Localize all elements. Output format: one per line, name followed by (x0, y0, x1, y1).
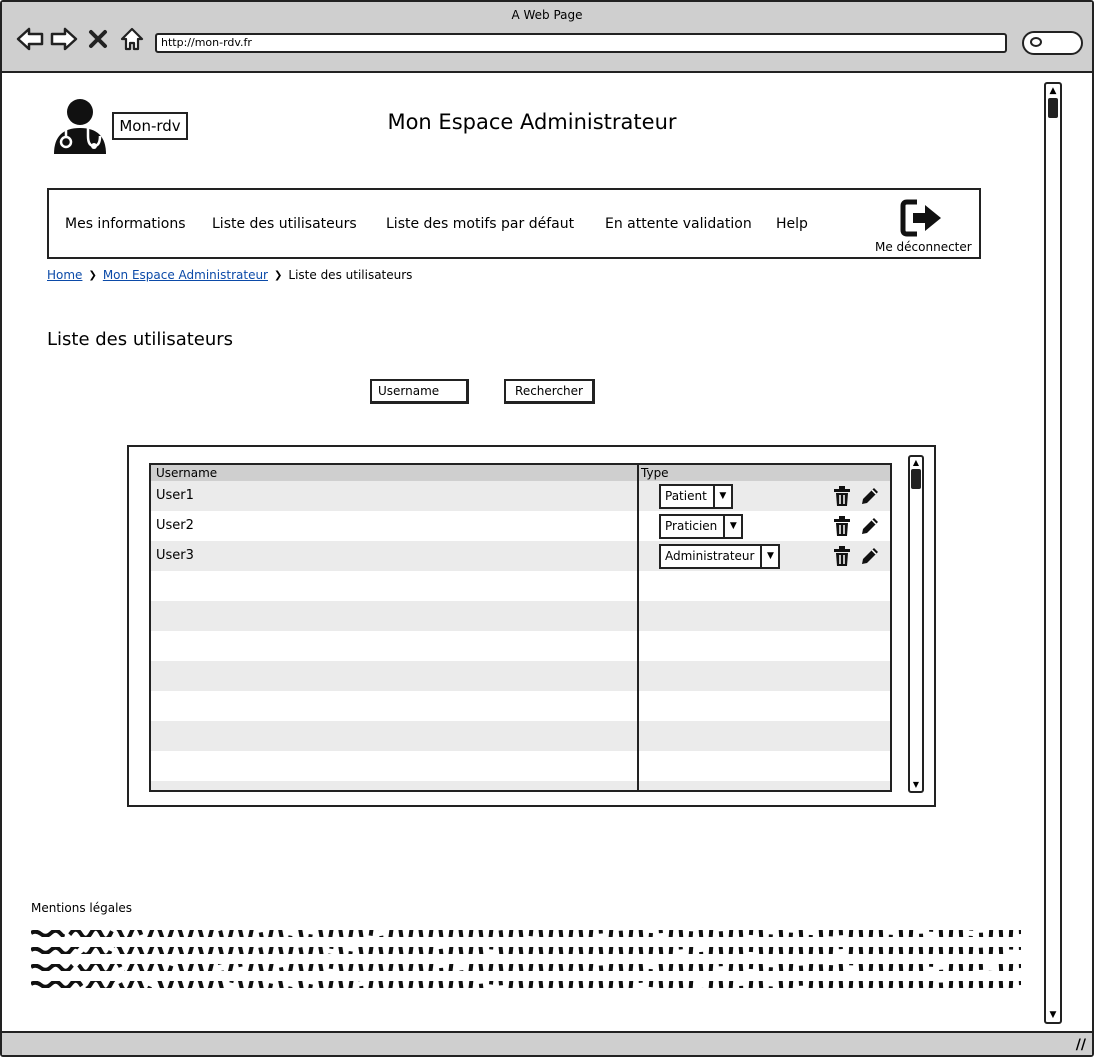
table-row (151, 781, 890, 790)
forward-arrow-icon[interactable] (50, 25, 78, 53)
nav-item-liste-motifs[interactable]: Liste des motifs par défaut (386, 216, 574, 232)
table-row (151, 631, 890, 661)
browser-titlebar: A Web Page http://mon-rdv.fr (2, 2, 1092, 73)
table-row (151, 691, 890, 721)
nav-item-attente-validation[interactable]: En attente validation (605, 216, 752, 232)
trash-icon[interactable] (831, 545, 853, 567)
chevron-down-icon: ▼ (760, 546, 778, 567)
chevron-right-icon: ❯ (274, 269, 283, 281)
scroll-down-icon[interactable]: ▼ (1047, 1009, 1059, 1021)
home-icon[interactable] (118, 25, 146, 53)
resize-grip-icon[interactable]: // (1076, 1037, 1086, 1053)
page-scrollbar[interactable]: ▲ ▼ (1044, 82, 1062, 1024)
url-bar[interactable]: http://mon-rdv.fr (155, 33, 1007, 53)
user-row: User2 Praticien ▼ (151, 511, 890, 541)
table-row (151, 661, 890, 691)
table-scrollbar[interactable]: ▲ ▼ (908, 455, 924, 793)
nav-item-help[interactable]: Help (776, 216, 808, 232)
user-row: User3 Administrateur ▼ (151, 541, 890, 571)
nav-item-liste-utilisateurs[interactable]: Liste des utilisateurs (212, 216, 357, 232)
placeholder-text-line (31, 981, 1021, 988)
user-row: User1 Patient ▼ (151, 481, 890, 511)
column-header-type[interactable]: Type (641, 466, 669, 480)
breadcrumb-parent[interactable]: Mon Espace Administrateur (103, 268, 268, 282)
type-dropdown-value: Patient (665, 489, 707, 503)
chevron-down-icon: ▼ (723, 516, 741, 537)
table-header: Username Type (151, 465, 890, 481)
breadcrumb-home[interactable]: Home (47, 268, 82, 282)
type-dropdown[interactable]: Administrateur ▼ (659, 544, 781, 569)
placeholder-text-line (31, 947, 1021, 954)
main-nav: Mes informations Liste des utilisateurs … (47, 188, 981, 259)
browser-statusbar: // (2, 1031, 1092, 1055)
section-title: Liste des utilisateurs (47, 329, 234, 350)
cell-username: User3 (156, 548, 194, 563)
logout-button[interactable]: Me déconnecter (875, 198, 972, 258)
column-header-username[interactable]: Username (156, 466, 217, 480)
cell-username: User1 (156, 488, 194, 503)
scroll-up-icon[interactable]: ▲ (1047, 85, 1059, 97)
trash-icon[interactable] (831, 485, 853, 507)
table-row (151, 571, 890, 601)
browser-nav-icons (16, 24, 146, 54)
type-dropdown-value: Administrateur (665, 549, 755, 563)
scroll-thumb[interactable] (911, 469, 921, 489)
browser-window: A Web Page http://mon-rdv.fr ▲ ▼ Mon-rdv… (0, 0, 1094, 1057)
close-x-icon[interactable] (84, 25, 112, 53)
doctor-logo-icon (52, 98, 108, 156)
cell-username: User2 (156, 518, 194, 533)
page-title: Mon Espace Administrateur (387, 110, 677, 134)
search-button[interactable]: Rechercher (504, 379, 595, 404)
username-search-input[interactable]: Username (370, 379, 469, 404)
pencil-edit-icon[interactable] (859, 545, 881, 567)
type-dropdown[interactable]: Praticien ▼ (659, 514, 744, 539)
type-dropdown[interactable]: Patient ▼ (659, 484, 733, 509)
sign-out-icon (900, 199, 941, 237)
chevron-right-icon: ❯ (88, 269, 97, 281)
scroll-down-icon[interactable]: ▼ (910, 779, 922, 791)
users-table: Username Type User1 Patient ▼ User2 Prat… (149, 463, 892, 792)
scroll-up-icon[interactable]: ▲ (910, 457, 922, 469)
chevron-down-icon: ▼ (712, 486, 731, 507)
pencil-edit-icon[interactable] (859, 485, 881, 507)
type-dropdown-value: Praticien (665, 519, 718, 533)
nav-item-mes-informations[interactable]: Mes informations (65, 216, 186, 232)
window-title: A Web Page (511, 8, 583, 22)
footer-legal-title: Mentions légales (31, 901, 133, 915)
browser-search-field[interactable] (1022, 31, 1083, 55)
logout-label: Me déconnecter (875, 240, 972, 254)
table-row (151, 721, 890, 751)
scroll-thumb[interactable] (1048, 98, 1058, 118)
table-row (151, 751, 890, 781)
back-arrow-icon[interactable] (16, 25, 44, 53)
placeholder-text-line (31, 964, 1021, 971)
table-row (151, 601, 890, 631)
breadcrumb-current: Liste des utilisateurs (288, 268, 413, 282)
pencil-edit-icon[interactable] (859, 515, 881, 537)
search-icon (1030, 37, 1042, 47)
trash-icon[interactable] (831, 515, 853, 537)
placeholder-text-line (31, 930, 1021, 937)
logo-text[interactable]: Mon-rdv (112, 112, 188, 140)
breadcrumb: Home ❯ Mon Espace Administrateur ❯ Liste… (47, 268, 412, 282)
users-table-panel: Username Type User1 Patient ▼ User2 Prat… (127, 445, 936, 807)
